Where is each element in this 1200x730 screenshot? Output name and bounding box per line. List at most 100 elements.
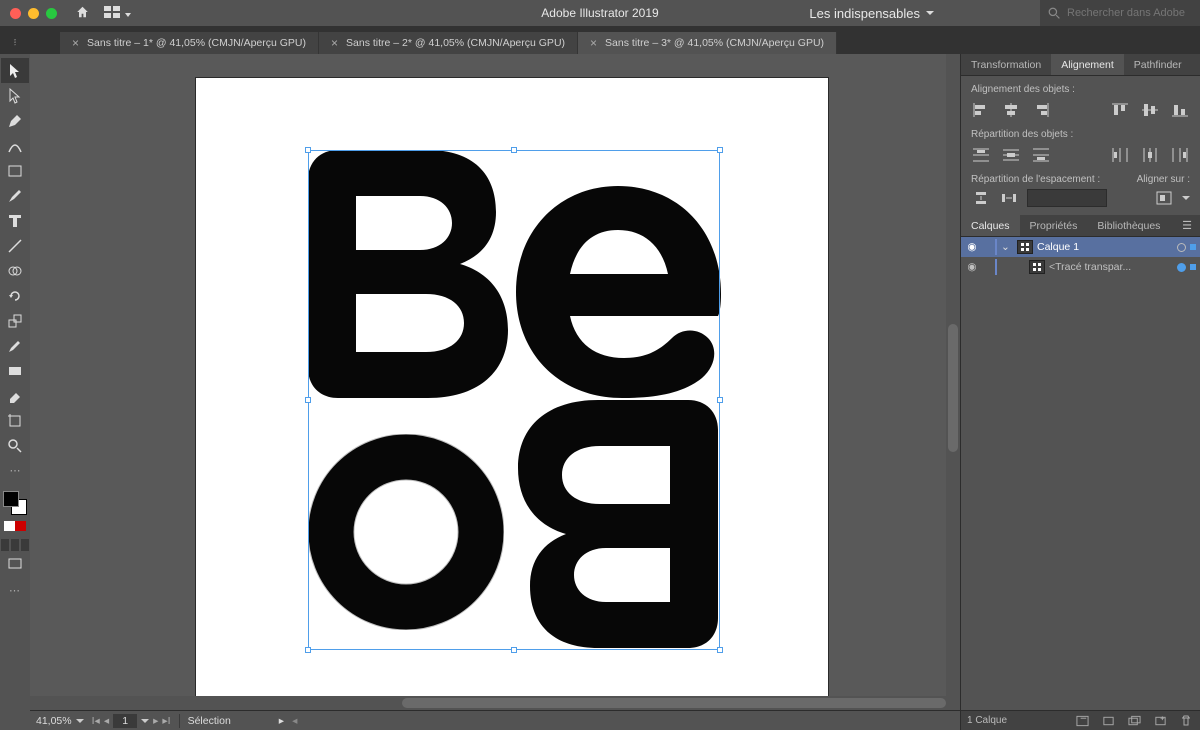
panel-menu-icon[interactable]: ☰ [1174, 219, 1200, 232]
document-tab-active[interactable]: ×Sans titre – 3* @ 41,05% (CMJN/Aperçu G… [578, 32, 837, 54]
delete-layer-button[interactable] [1178, 714, 1194, 728]
artboard-stage[interactable] [30, 54, 960, 710]
eyedropper-tool[interactable] [1, 333, 29, 358]
close-tab-icon[interactable]: × [72, 36, 79, 50]
stock-search-input[interactable] [1067, 7, 1187, 19]
disclosure-triangle[interactable]: ⌄ [1001, 241, 1013, 253]
artboard[interactable] [196, 78, 828, 710]
align-bottom-button[interactable] [1170, 101, 1190, 119]
rectangle-tool[interactable] [1, 158, 29, 183]
align-to-button[interactable] [1154, 189, 1174, 207]
shape-builder-tool[interactable] [1, 258, 29, 283]
arrange-documents-icon[interactable] [104, 6, 131, 21]
dots-tool[interactable]: ⋯ [1, 458, 29, 483]
dist-top-button[interactable] [971, 146, 991, 164]
chevron-down-icon[interactable] [141, 718, 149, 724]
zoom-window-button[interactable] [46, 8, 57, 19]
gradient-tool[interactable] [1, 358, 29, 383]
fill-swatch[interactable] [3, 491, 19, 507]
eraser-tool[interactable] [1, 383, 29, 408]
status-flyout-button[interactable]: ▸ [279, 715, 284, 727]
locate-object-button[interactable] [1074, 714, 1090, 728]
tab-bibliotheques[interactable]: Bibliothèques [1087, 215, 1170, 236]
selection-handle[interactable] [511, 647, 517, 653]
dist-hcenter-button[interactable] [1140, 146, 1160, 164]
toolbar-grip[interactable]: ፧ [0, 32, 30, 54]
document-tab[interactable]: ×Sans titre – 1* @ 41,05% (CMJN/Aperçu G… [60, 32, 319, 54]
draw-mode-buttons[interactable] [1, 539, 29, 551]
selection-handle[interactable] [305, 147, 311, 153]
dist-left-button[interactable] [1110, 146, 1130, 164]
chevron-down-icon[interactable] [1182, 195, 1190, 201]
close-tab-icon[interactable]: × [590, 36, 597, 50]
selection-bounding-box[interactable] [308, 150, 720, 650]
vertical-scrollbar[interactable] [946, 54, 960, 696]
selection-handle[interactable] [305, 647, 311, 653]
selection-handle[interactable] [717, 147, 723, 153]
direct-selection-tool[interactable] [1, 83, 29, 108]
close-window-button[interactable] [10, 8, 21, 19]
align-left-button[interactable] [971, 101, 991, 119]
first-artboard-button[interactable]: I◂ [92, 715, 100, 727]
type-tool[interactable] [1, 208, 29, 233]
make-clip-mask-button[interactable] [1100, 714, 1116, 728]
selection-handle[interactable] [717, 647, 723, 653]
tab-pathfinder[interactable]: Pathfinder [1124, 54, 1192, 75]
tab-proprietes[interactable]: Propriétés [1020, 215, 1088, 236]
selection-tool[interactable] [1, 58, 29, 83]
spacing-value-field[interactable] [1027, 189, 1107, 207]
zoom-field[interactable]: 41,05% [36, 715, 84, 727]
color-none-swatch[interactable] [4, 521, 26, 531]
align-right-button[interactable] [1031, 101, 1051, 119]
document-tab[interactable]: ×Sans titre – 2* @ 41,05% (CMJN/Aperçu G… [319, 32, 578, 54]
tab-calques[interactable]: Calques [961, 215, 1020, 236]
layer-name[interactable]: Calque 1 [1037, 241, 1079, 253]
pen-tool[interactable] [1, 108, 29, 133]
workspace-switcher[interactable]: Les indispensables [809, 6, 934, 21]
tab-transformation[interactable]: Transformation [961, 54, 1051, 75]
visibility-toggle[interactable]: ◉ [965, 241, 979, 253]
home-icon[interactable] [75, 5, 90, 22]
status-prev-button[interactable]: ◂ [292, 715, 297, 727]
dist-right-button[interactable] [1170, 146, 1190, 164]
layer-target[interactable] [1177, 263, 1196, 272]
dist-space-h-button[interactable] [999, 189, 1019, 207]
panel-menu-icon[interactable]: ☰ [1192, 58, 1200, 71]
dist-vcenter-button[interactable] [1001, 146, 1021, 164]
layer-target[interactable] [1177, 243, 1196, 252]
line-segment-tool[interactable] [1, 233, 29, 258]
tools-panel: ⋯ ⋯ [0, 54, 30, 730]
align-hcenter-button[interactable] [1001, 101, 1021, 119]
screen-mode-button[interactable] [1, 551, 29, 576]
align-vcenter-button[interactable] [1140, 101, 1160, 119]
zoom-tool[interactable] [1, 433, 29, 458]
curvature-tool[interactable] [1, 133, 29, 158]
layer-name[interactable]: <Tracé transpar... [1049, 261, 1131, 273]
tab-alignement[interactable]: Alignement [1051, 54, 1124, 75]
align-top-button[interactable] [1110, 101, 1130, 119]
stock-search[interactable] [1040, 0, 1200, 26]
next-artboard-button[interactable]: ▸ [153, 715, 158, 727]
layer-row[interactable]: ◉ ⌄ Calque 1 [961, 237, 1200, 257]
dist-space-v-button[interactable] [971, 189, 991, 207]
prev-artboard-button[interactable]: ◂ [104, 715, 109, 727]
horizontal-scrollbar[interactable] [30, 696, 960, 710]
artboard-tool[interactable] [1, 408, 29, 433]
scale-tool[interactable] [1, 308, 29, 333]
last-artboard-button[interactable]: ▸I [162, 715, 170, 727]
selection-handle[interactable] [717, 397, 723, 403]
close-tab-icon[interactable]: × [331, 36, 338, 50]
selection-handle[interactable] [511, 147, 517, 153]
layer-row[interactable]: ◉ <Tracé transpar... [961, 257, 1200, 277]
visibility-toggle[interactable]: ◉ [965, 261, 979, 273]
edit-toolbar-button[interactable]: ⋯ [9, 584, 21, 597]
new-sublayer-button[interactable] [1126, 714, 1142, 728]
rotate-tool[interactable] [1, 283, 29, 308]
new-layer-button[interactable] [1152, 714, 1168, 728]
selection-handle[interactable] [305, 397, 311, 403]
paintbrush-tool[interactable] [1, 183, 29, 208]
fill-stroke-swatches[interactable] [3, 491, 27, 515]
minimize-window-button[interactable] [28, 8, 39, 19]
artboard-number[interactable]: 1 [113, 714, 137, 728]
dist-bottom-button[interactable] [1031, 146, 1051, 164]
